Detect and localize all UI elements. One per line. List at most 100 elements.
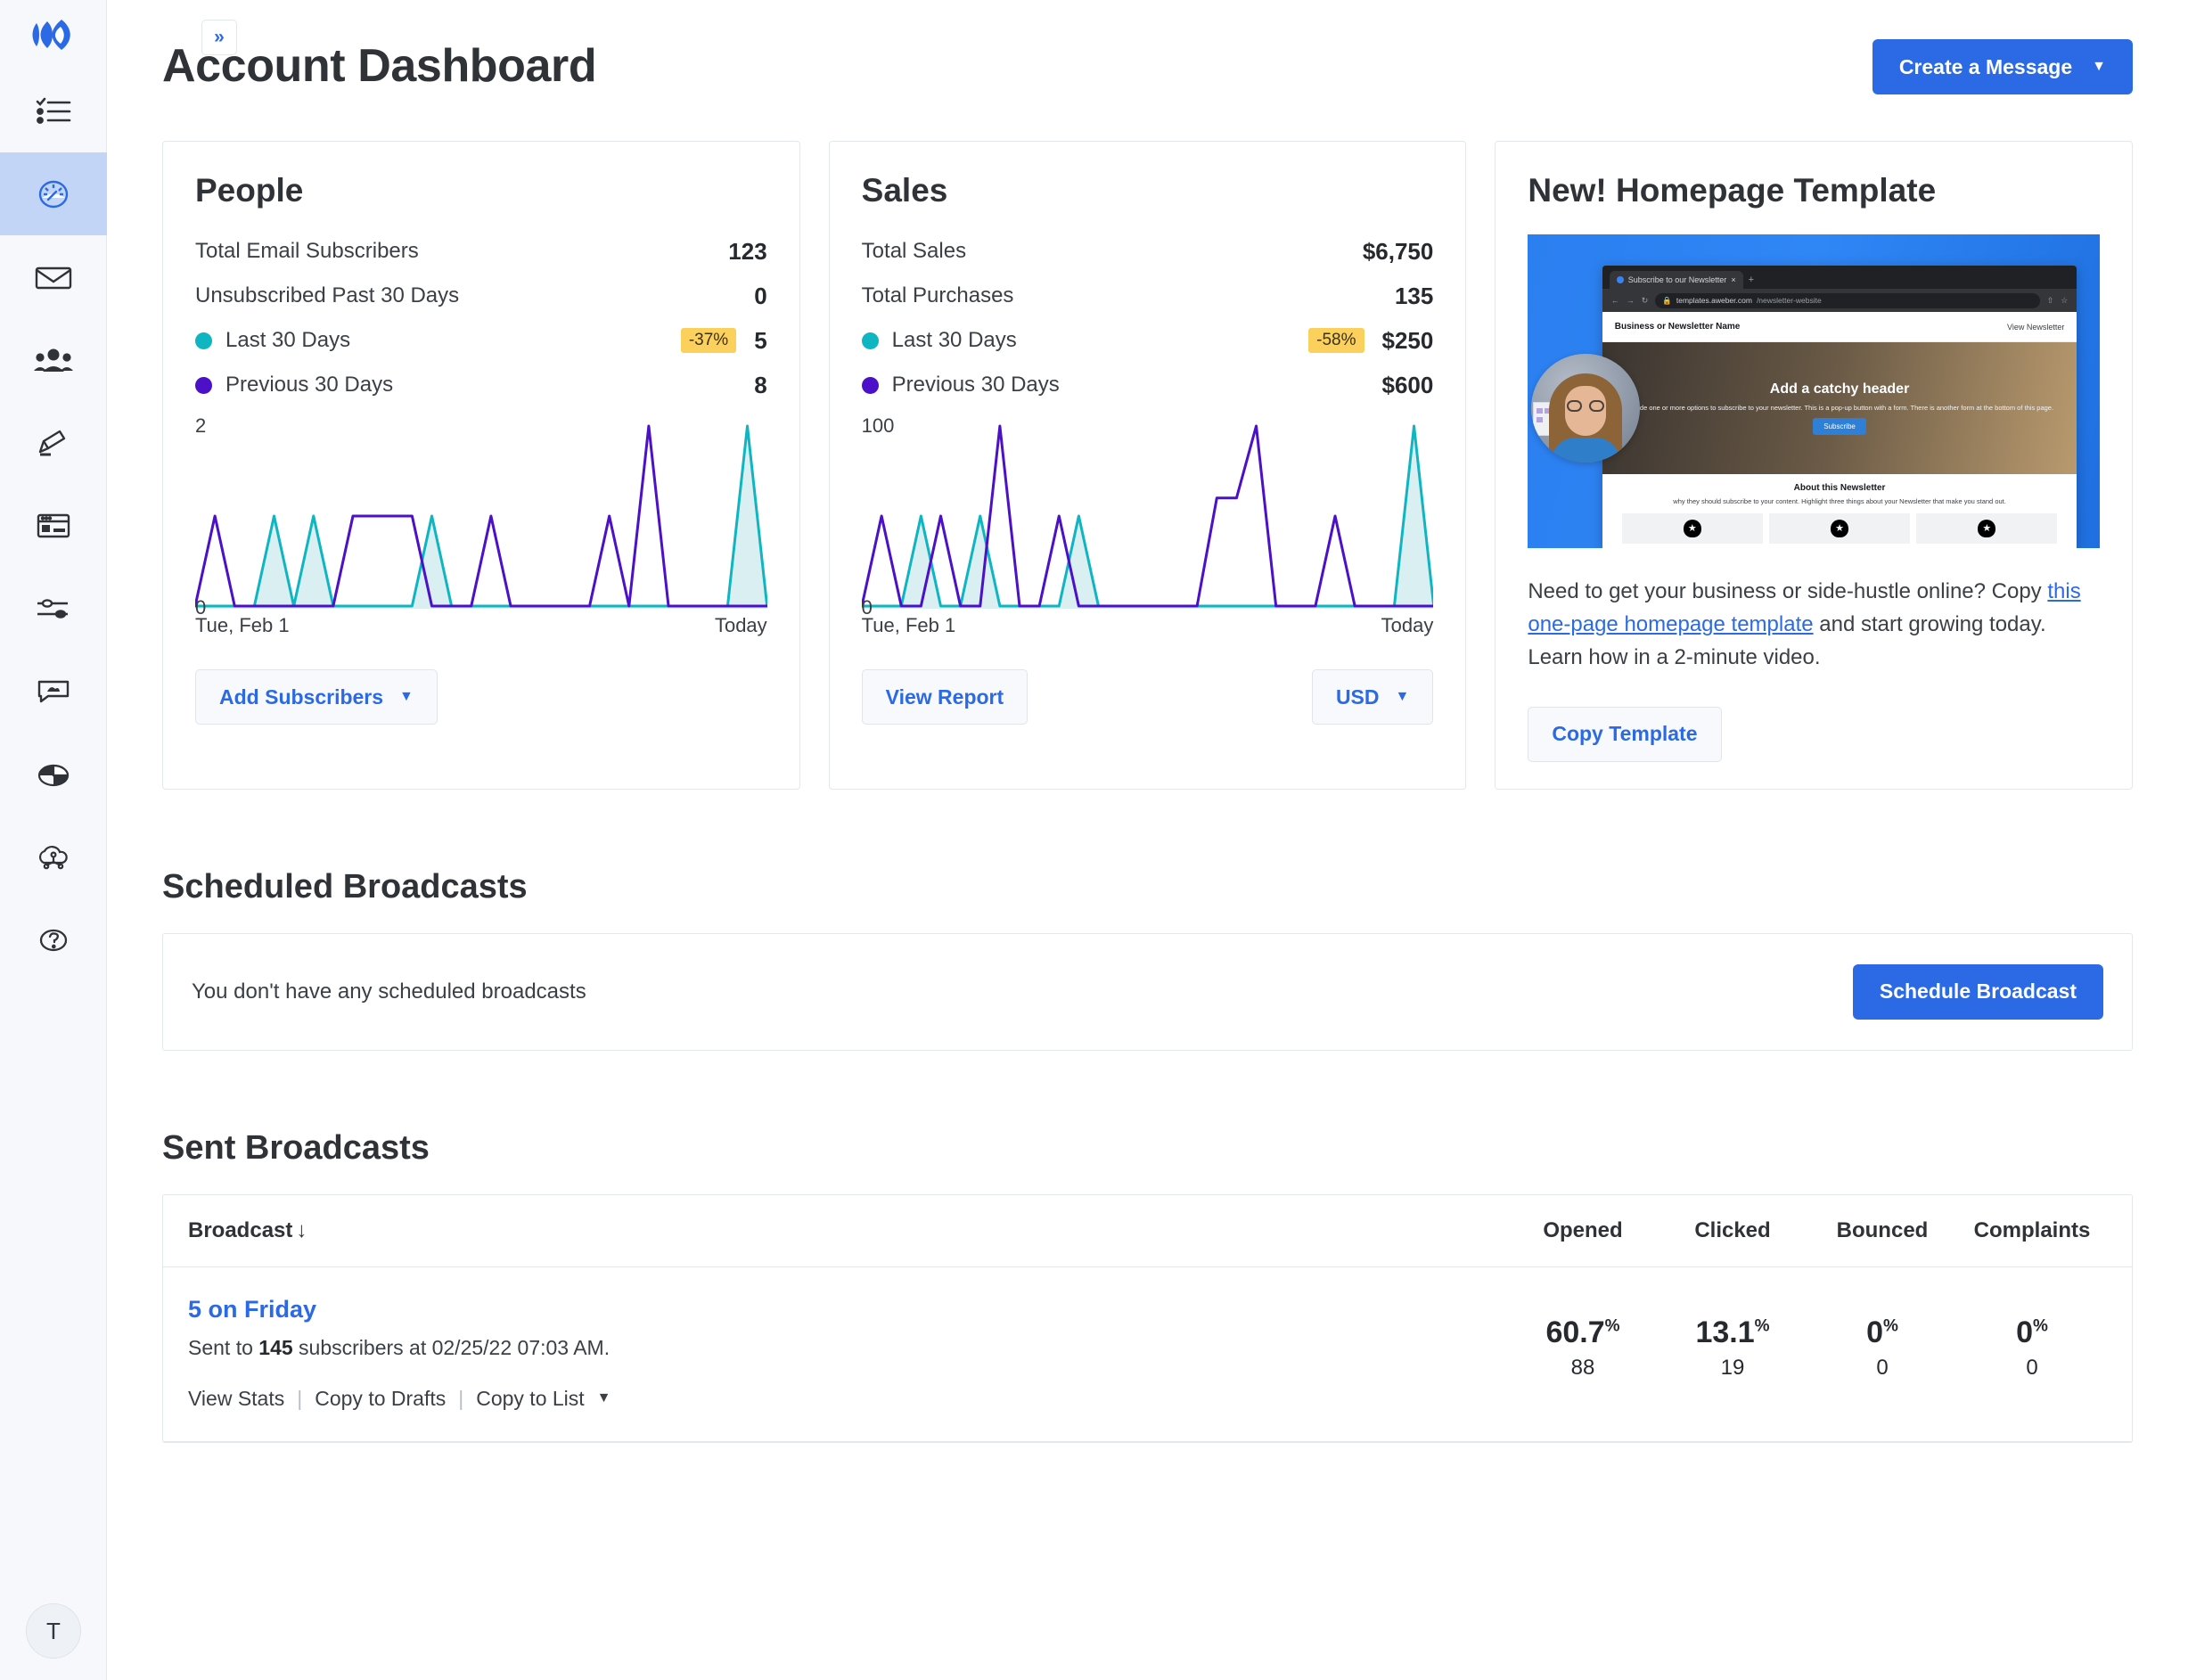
table-header-row: Broadcast ↓ Opened Clicked Bounced Compl… — [163, 1195, 2132, 1267]
sidebar-item-landing-pages[interactable] — [0, 484, 107, 567]
percent-sign: % — [1883, 1316, 1898, 1335]
sidebar-item-messages[interactable] — [0, 235, 107, 318]
view-report-button[interactable]: View Report — [862, 669, 1028, 725]
schedule-broadcast-button[interactable]: Schedule Broadcast — [1853, 964, 2103, 1020]
chevron-down-icon: ▼ — [399, 690, 414, 704]
browser-window-icon — [36, 512, 71, 540]
avatar[interactable]: T — [0, 1603, 107, 1659]
percent-sign: % — [1605, 1316, 1620, 1335]
sidebar-item-chat[interactable] — [0, 650, 107, 733]
opened-pct: 60.7 — [1545, 1315, 1604, 1349]
people-card: People Total Email Subscribers 123 Unsub… — [162, 141, 800, 790]
sliders-icon — [36, 595, 71, 622]
stat-row: Previous 30 Days 8 — [195, 363, 767, 407]
metric-bounced: 0% 0 — [1807, 1296, 1957, 1381]
stat-value: 135 — [1395, 283, 1433, 310]
subscribe-button: Subscribe — [1813, 418, 1866, 435]
legend-dot-last-30 — [862, 332, 879, 349]
stat-row: Unsubscribed Past 30 Days 0 — [195, 274, 767, 318]
promo-description: Need to get your business or side-hustle… — [1528, 575, 2100, 675]
percent-sign: % — [2033, 1316, 2048, 1335]
sidebar-item-integrations[interactable] — [0, 815, 107, 898]
stat-row: Total Purchases 135 — [862, 274, 1434, 318]
stat-row: Total Sales $6,750 — [862, 229, 1434, 274]
column-header-opened: Opened — [1508, 1218, 1658, 1243]
legend-dot-last-30 — [195, 332, 212, 349]
reload-icon: ↻ — [1642, 296, 1649, 306]
y-axis-min-label: 0 — [195, 596, 206, 619]
add-subscribers-label: Add Subscribers — [219, 685, 383, 709]
change-badge: -58% — [1308, 328, 1364, 353]
copy-to-drafts-link[interactable]: Copy to Drafts — [315, 1387, 446, 1411]
stat-row: Previous 30 Days $600 — [862, 363, 1434, 407]
avatar-initial: T — [26, 1603, 81, 1659]
metric-complaints: 0% 0 — [1957, 1296, 2107, 1381]
sidebar-item-design[interactable] — [0, 401, 107, 484]
promo-text-before: Need to get your business or side-hustle… — [1528, 579, 2047, 603]
y-axis-max-label: 100 — [862, 414, 895, 438]
sent-broadcasts-table: Broadcast ↓ Opened Clicked Bounced Compl… — [162, 1194, 2133, 1443]
question-circle-icon — [37, 926, 70, 955]
hero-body: Include one or more options to subscribe… — [1626, 403, 2053, 413]
promo-card-title: New! Homepage Template — [1528, 172, 2100, 209]
create-message-label: Create a Message — [1899, 55, 2072, 79]
stat-value: 8 — [754, 372, 766, 399]
sales-card: Sales Total Sales $6,750 Total Purchases… — [829, 141, 1467, 790]
url-path: /newsletter-website — [1757, 296, 1822, 305]
view-stats-link[interactable]: View Stats — [188, 1387, 284, 1411]
sidebar-item-reports[interactable] — [0, 733, 107, 815]
lock-icon: 🔒 — [1662, 296, 1672, 306]
schedule-broadcast-label: Schedule Broadcast — [1880, 979, 2077, 1004]
scheduled-broadcasts-panel: You don't have any scheduled broadcasts … — [162, 933, 2133, 1051]
browser-tab-title: Subscribe to our Newsletter — [1628, 275, 1727, 284]
share-icon: ⇧ — [2047, 296, 2054, 306]
sidebar-item-settings[interactable] — [0, 567, 107, 650]
chevron-down-icon: ▼ — [2092, 60, 2106, 74]
view-report-label: View Report — [886, 685, 1004, 709]
page-header: Account Dashboard Create a Message ▼ — [162, 0, 2133, 94]
site-nav-link: View Newsletter — [2007, 323, 2064, 332]
complaints-count: 0 — [1957, 1356, 2107, 1381]
currency-select[interactable]: USD ▼ — [1312, 669, 1433, 725]
percent-sign: % — [1755, 1316, 1770, 1335]
speech-bubble-icon — [36, 678, 71, 705]
sales-card-title: Sales — [862, 172, 1434, 209]
copy-to-list-link[interactable]: Copy to List — [476, 1387, 584, 1411]
sidebar-expand-button[interactable]: » — [201, 20, 237, 55]
sidebar-item-dashboard[interactable] — [0, 152, 107, 235]
create-message-button[interactable]: Create a Message ▼ — [1873, 39, 2133, 94]
column-header-broadcast[interactable]: Broadcast ↓ — [188, 1218, 1508, 1243]
person-star-icon: ★ — [1978, 520, 1995, 537]
close-icon: × — [1731, 275, 1735, 284]
column-header-complaints: Complaints — [1957, 1218, 2107, 1243]
copy-template-button[interactable]: Copy Template — [1528, 707, 1721, 762]
opened-count: 88 — [1508, 1356, 1658, 1381]
change-badge: -37% — [681, 328, 736, 353]
sidebar-item-tasks[interactable] — [0, 70, 107, 152]
dashboard-gauge-icon — [36, 176, 71, 212]
main-content: » Account Dashboard Create a Message ▼ P… — [107, 0, 2188, 1680]
chevron-down-icon[interactable]: ▼ — [597, 1391, 611, 1405]
favicon-icon — [1617, 276, 1624, 283]
feature-card: ★ — [1769, 513, 1910, 544]
clicked-pct: 13.1 — [1695, 1315, 1754, 1349]
new-tab-icon: + — [1749, 275, 1754, 289]
checklist-icon — [36, 97, 71, 126]
scheduled-empty-text: You don't have any scheduled broadcasts — [192, 979, 1853, 1004]
sales-chart: 100 0 Tue, Feb 1 Today — [862, 423, 1434, 637]
add-subscribers-button[interactable]: Add Subscribers ▼ — [195, 669, 438, 725]
pie-chart-icon — [36, 760, 71, 789]
site-brand: Business or Newsletter Name — [1615, 322, 1741, 332]
sidebar-item-subscribers[interactable] — [0, 318, 107, 401]
promo-video-thumbnail[interactable]: Subscribe to our Newsletter × + ← → ↻ 🔒 — [1528, 234, 2100, 548]
summary-cards-row: People Total Email Subscribers 123 Unsub… — [162, 141, 2133, 790]
app-logo[interactable] — [0, 0, 106, 70]
broadcast-sent-info: Sent to 145 subscribers at 02/25/22 07:0… — [188, 1336, 1508, 1360]
bounced-count: 0 — [1807, 1356, 1957, 1381]
broadcast-name-link[interactable]: 5 on Friday — [188, 1296, 1508, 1324]
sent-count: 145 — [258, 1336, 292, 1359]
sort-down-icon: ↓ — [296, 1218, 307, 1243]
stat-value: $250 — [1382, 327, 1434, 355]
sidebar: T — [0, 0, 107, 1680]
sidebar-item-help[interactable] — [0, 898, 107, 981]
